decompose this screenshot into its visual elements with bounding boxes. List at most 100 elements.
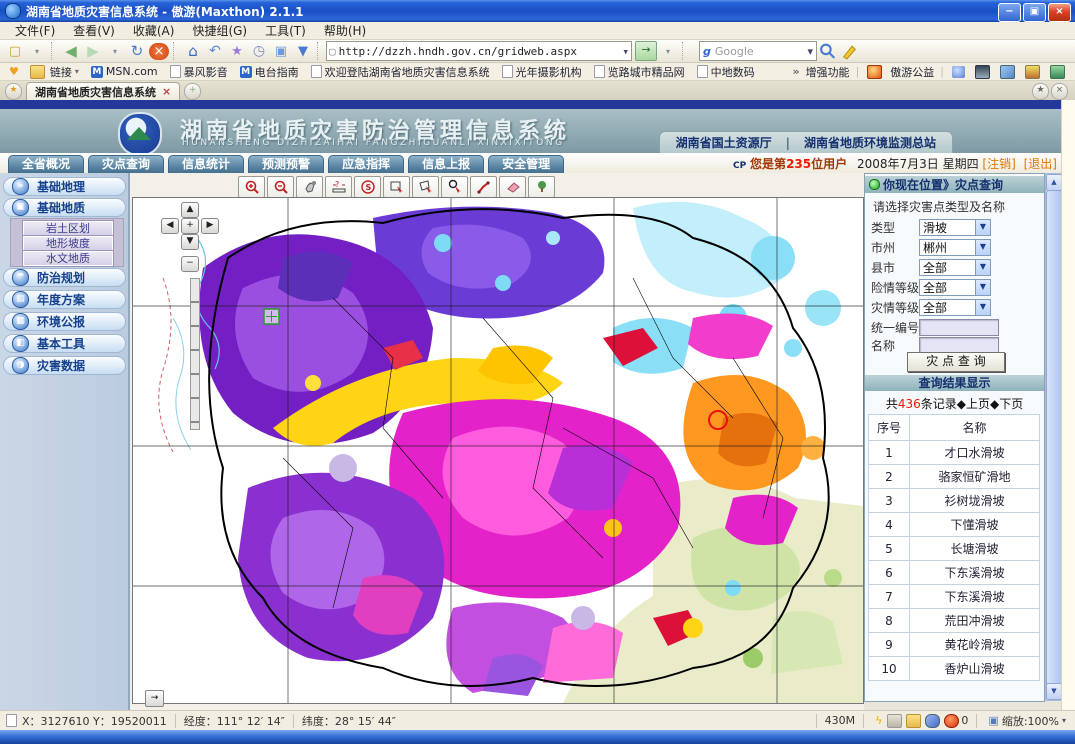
nav-tab-forecast[interactable]: 预测预警 [248,155,324,173]
next-page-link[interactable]: ◆下页 [990,397,1023,411]
map-canvas[interactable]: ▲ ◀ + ▶ ▼ − → [132,197,864,704]
boost-lightning-icon[interactable]: ϟ [875,714,882,727]
folder-icon[interactable] [906,714,921,728]
window-panel-icon[interactable] [975,65,990,79]
risk-level-select[interactable]: 全部▼ [919,279,991,296]
ad-blocker-icon[interactable] [944,714,959,728]
tab-tools-button[interactable]: ★ [1032,83,1049,100]
menu-view[interactable]: 查看(V) [64,22,124,39]
link-baofeng[interactable]: 暴风影音 [170,64,228,80]
link-welcome[interactable]: 欢迎登陆湖南省地质灾害信息系统 [311,64,490,80]
nav-tab-security[interactable]: 安全管理 [488,155,564,173]
nav-tab-report[interactable]: 信息上报 [408,155,484,173]
brush-icon[interactable] [1025,65,1040,79]
zoom-in-tool[interactable] [238,176,265,198]
nav-tab-disaster-query[interactable]: 灾点查询 [88,155,164,173]
name-input[interactable] [919,337,999,354]
link-city[interactable]: 览路城市精品网 [594,64,685,80]
building-icon[interactable] [1050,65,1065,79]
back-icon[interactable]: ◀ [61,42,81,61]
measure-line-tool[interactable] [470,176,497,198]
user-icon[interactable] [952,66,965,78]
nav-tab-statistics[interactable]: 信息统计 [168,155,244,173]
result-row[interactable]: 8荒田冲滑坡 [869,609,1040,633]
type-select[interactable]: 滑坡▼ [919,219,991,236]
link-zhongdi[interactable]: 中地数码 [697,64,755,80]
menu-favorites[interactable]: 收藏(A) [124,22,184,39]
more-links-chevron-icon[interactable]: » [792,65,799,78]
submenu-terrain-slope[interactable]: 地形坡度 [23,236,113,251]
pan-down-button[interactable]: ▼ [181,234,199,250]
logout-link[interactable]: [注销] [982,157,1015,171]
layers-tree-tool[interactable] [528,176,555,198]
tab-close-icon[interactable]: × [162,85,171,98]
sidebar-item-prevention-plan[interactable]: ☂防治规划 [3,268,126,287]
address-bar[interactable]: ▢ http://dzzh.hndh.gov.cn/gridweb.aspx ▾ [326,41,632,61]
tab-active[interactable]: 湖南省地质灾害信息系统 × [26,82,180,100]
download-icon[interactable]: ▼ [293,42,313,61]
link-msn[interactable]: MMSN.com [91,65,158,78]
nav-tab-overview[interactable]: 全省概况 [8,155,84,173]
sidebar-item-disaster-data[interactable]: ◑灾害数据 [3,356,126,375]
city-select[interactable]: 郴州▼ [919,239,991,256]
sidebar-item-annual-plan[interactable]: ▤年度方案 [3,290,126,309]
identify-tool[interactable] [441,176,468,198]
sidebar-item-base-geology[interactable]: ▣基础地质 [3,198,126,217]
result-row[interactable]: 3衫树垅滑坡 [869,489,1040,513]
page-scrollbar[interactable]: ▲ ▼ [1045,173,1061,701]
scrollbar-thumb[interactable] [1046,190,1062,686]
disaster-level-select[interactable]: 全部▼ [919,299,991,316]
result-row[interactable]: 1才口水滑坡 [869,441,1040,465]
notes-icon[interactable] [1000,65,1015,79]
minimize-button[interactable]: − [998,3,1021,22]
new-page-icon[interactable]: ▢ [5,42,25,61]
unified-id-input[interactable] [919,319,999,336]
prev-page-link[interactable]: ◆上页 [957,397,990,411]
eraser-tool[interactable] [499,176,526,198]
search-input[interactable]: g Google ▾ [699,41,817,61]
menu-tools[interactable]: 工具(T) [256,22,315,39]
sidebar-collapse-button[interactable]: → [145,690,164,707]
select-polygon-tool[interactable] [412,176,439,198]
measure-distance-tool[interactable]: ? [325,176,352,198]
magic-wand-icon[interactable]: ★ [227,42,247,61]
link-geo-monitoring[interactable]: 湖南省地质环境监测总站 [804,134,936,151]
highlight-pen-icon[interactable] [840,42,860,61]
filter-icon[interactable] [887,714,902,728]
zoom-slider-minus-button[interactable]: − [181,256,199,272]
zoom-slider[interactable] [190,278,200,430]
zoom-level[interactable]: 缩放:100% [1002,713,1059,729]
menu-groups[interactable]: 快捷组(G) [183,22,256,39]
result-row[interactable]: 2骆家恒矿滑地 [869,465,1040,489]
sidebar-item-base-geography[interactable]: »基础地理 [3,177,126,196]
zoom-dropdown-icon[interactable]: ▾ [1062,716,1066,725]
scroll-down-icon[interactable]: ▼ [1046,683,1062,700]
scroll-up-icon[interactable]: ▲ [1046,174,1062,191]
go-dropdown-icon[interactable]: ▾ [658,42,678,61]
undo-icon[interactable]: ↶ [205,42,225,61]
chevron-down-icon[interactable]: ▼ [975,300,990,315]
exit-link[interactable]: [退出] [1024,157,1057,171]
full-extent-tool[interactable]: S [354,176,381,198]
refresh-icon[interactable]: ↻ [127,42,147,61]
home-icon[interactable]: ⌂ [183,42,203,61]
new-tab-button[interactable]: + [184,83,201,100]
search-icon[interactable] [818,42,838,61]
chevron-down-icon[interactable]: ▼ [975,260,990,275]
favorites-heart-icon[interactable]: ♥ [9,65,19,78]
sidebar-item-environment-bulletin[interactable]: ▦环境公报 [3,312,126,331]
charity-link[interactable]: 傲游公益 [890,64,934,80]
link-land-resources[interactable]: 湖南省国土资源厅 [676,134,772,151]
county-select[interactable]: 全部▼ [919,259,991,276]
pan-right-button[interactable]: ▶ [201,218,219,234]
menu-file[interactable]: 文件(F) [6,22,64,39]
close-button[interactable]: × [1048,3,1071,22]
link-photo[interactable]: 光年摄影机构 [502,64,582,80]
new-page-dropdown-icon[interactable]: ▾ [27,42,47,61]
address-dropdown-icon[interactable]: ▾ [622,45,629,58]
menu-help[interactable]: 帮助(H) [315,22,375,39]
result-row[interactable]: 4下懂滑坡 [869,513,1040,537]
result-row[interactable]: 9黄花岭滑坡 [869,633,1040,657]
chevron-down-icon[interactable]: ▼ [975,240,990,255]
star-tab-button[interactable]: ★ [5,83,22,100]
